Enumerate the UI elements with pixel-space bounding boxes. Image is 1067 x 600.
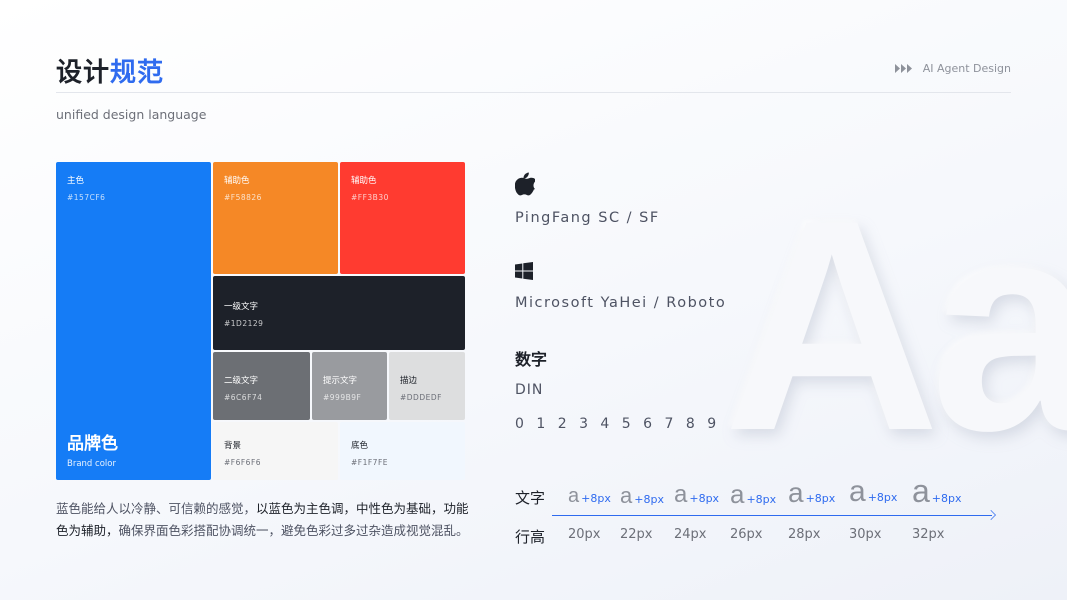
scale-glyph: a (568, 485, 580, 507)
apple-icon (514, 172, 537, 200)
numbers-title: 数字 (515, 350, 548, 369)
swatch-text1-name: 一级文字 (224, 302, 259, 312)
text-scale-item: a +8px (674, 481, 719, 509)
windows-icon (515, 262, 533, 284)
swatch-aux1: 辅助色 #F58826 (213, 162, 338, 274)
color-palette: 主色 #157CF6 品牌色 Brand color 辅助色 #F58826 辅… (56, 162, 465, 480)
swatch-base-name: 底色 (351, 441, 369, 451)
arrow-right-icon (986, 510, 996, 520)
swatch-hint-hex: #999B9F (323, 393, 362, 402)
numbers-digits: 0 1 2 3 4 5 6 7 8 9 (515, 416, 721, 432)
swatch-base-hex: #F1F7FE (351, 458, 389, 467)
swatch-aux2-hex: #FF3B30 (351, 193, 389, 202)
description-part1: 蓝色能给人以冷静、可信赖的感觉， (56, 501, 257, 516)
swatch-aux2-name: 辅助色 (351, 176, 377, 186)
page-title: 设计规范 (56, 52, 164, 89)
swatch-border-hex: #DDDEDF (400, 393, 442, 402)
scale-glyph: a (912, 473, 930, 509)
swatch-primary-name: 主色 (67, 176, 85, 186)
scale-glyph: a (620, 483, 633, 508)
scale-step: +8px (931, 492, 962, 505)
line-height-item: 22px (620, 527, 653, 542)
numbers-font-name: DIN (515, 382, 544, 398)
swatch-bg: 背景 #F6F6F6 (213, 422, 338, 480)
scale-glyph: a (849, 475, 866, 508)
swatch-border: 描边 #DDDEDF (389, 352, 465, 420)
background-letters: Aa (723, 157, 1067, 493)
scale-step: +8px (867, 491, 898, 504)
swatch-base: 底色 #F1F7FE (340, 422, 465, 480)
swatch-text1-hex: #1D2129 (224, 319, 264, 328)
swatch-hint-name: 提示文字 (323, 376, 358, 386)
text-scale-item: a +8px (568, 485, 611, 508)
scale-step: +8px (581, 492, 611, 505)
swatch-bg-hex: #F6F6F6 (224, 458, 262, 467)
swatch-aux2: 辅助色 #FF3B30 (340, 162, 465, 274)
apple-font-name: PingFang SC / SF (515, 210, 660, 226)
line-height-item: 30px (849, 527, 882, 542)
page-title-part2: 规范 (110, 58, 165, 88)
scale-step: +8px (689, 492, 720, 505)
swatch-text2: 二级文字 #6C6F74 (213, 352, 310, 420)
scale-step: +8px (805, 492, 836, 505)
text-scale-item: a +8px (788, 477, 835, 509)
scale-arrow-line (552, 515, 992, 516)
text-scale-item: a +8px (912, 473, 962, 510)
text-scale-item: a +8px (730, 479, 776, 510)
swatch-text1: 一级文字 #1D2129 (213, 276, 465, 350)
line-height-item: 26px (730, 527, 763, 542)
swatch-text2-name: 二级文字 (224, 376, 259, 386)
triple-chevron-icon (894, 64, 912, 73)
brand-tag: AI Agent Design (894, 62, 1011, 75)
swatch-border-name: 描边 (400, 376, 418, 386)
line-height-item: 32px (912, 527, 945, 542)
swatch-primary: 主色 #157CF6 品牌色 Brand color (56, 162, 211, 480)
swatch-primary-hex: #157CF6 (67, 193, 106, 202)
line-height-item: 28px (788, 527, 821, 542)
palette-description: 蓝色能给人以冷静、可信赖的感觉，以蓝色为主色调，中性色为基础，功能色为辅助，确保… (56, 498, 471, 542)
header-divider (56, 92, 1011, 93)
swatch-aux1-hex: #F58826 (224, 193, 262, 202)
scale-glyph: a (730, 479, 745, 509)
scale-step: +8px (746, 493, 777, 506)
description-part3: 确保界面色彩搭配协调统一，避免色彩过多过杂造成视觉混乱。 (118, 523, 469, 538)
swatch-hint: 提示文字 #999B9F (312, 352, 387, 420)
line-height-item: 24px (674, 527, 707, 542)
brand-label: AI Agent Design (922, 62, 1011, 75)
brand-color-subtitle: Brand color (67, 459, 116, 469)
scale-glyph: a (788, 477, 804, 508)
brand-color-title: 品牌色 (67, 434, 118, 454)
line-height-item: 20px (568, 527, 601, 542)
swatch-bg-name: 背景 (224, 441, 242, 451)
text-scale-item: a +8px (849, 475, 897, 509)
swatch-aux1-name: 辅助色 (224, 176, 250, 186)
scale-step: +8px (634, 493, 664, 506)
line-height-label: 行高 (515, 528, 546, 546)
text-scale-label: 文字 (515, 489, 546, 507)
page-title-part1: 设计 (56, 58, 111, 88)
brand-color-label: 品牌色 Brand color (67, 429, 118, 469)
text-scale-item: a +8px (620, 483, 664, 509)
windows-font-name: Microsoft YaHei / Roboto (515, 295, 727, 311)
scale-glyph: a (674, 481, 688, 508)
swatch-text2-hex: #6C6F74 (224, 393, 263, 402)
page-subtitle: unified design language (56, 107, 207, 122)
